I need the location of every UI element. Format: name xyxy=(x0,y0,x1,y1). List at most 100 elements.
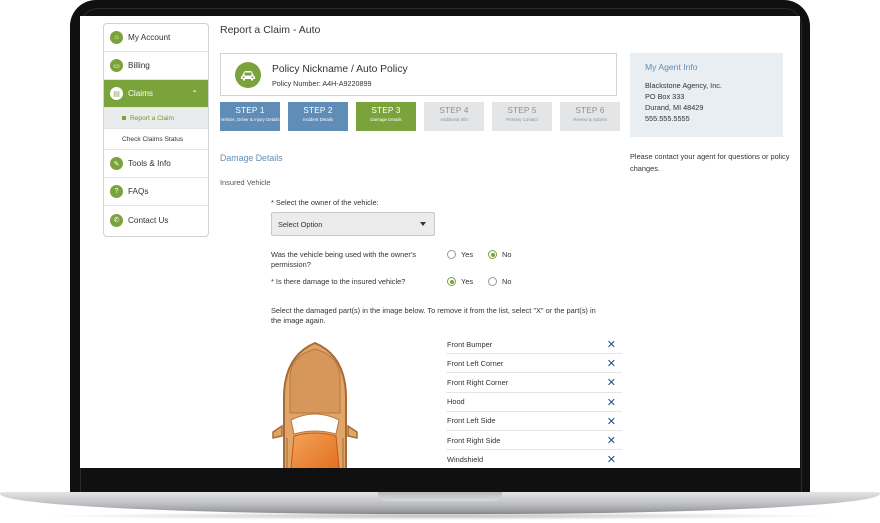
list-item: Front Right Corner ✕ xyxy=(446,373,622,393)
part-label: Hood xyxy=(447,397,465,407)
agent-name: Blackstone Agency, Inc. xyxy=(645,81,722,90)
part-label: Windshield xyxy=(447,454,484,464)
damage-no-radio[interactable]: No xyxy=(488,277,511,286)
list-item: Front Left Corner ✕ xyxy=(446,354,622,374)
bullet-icon xyxy=(122,116,126,120)
sidebar-item-claims[interactable]: ▤ Claims ⌃ xyxy=(104,80,208,108)
sidebar-subitem-label: Report a Claim xyxy=(130,114,174,122)
policy-number: Policy Number: A4H-A9220899 xyxy=(272,79,372,88)
damage-question: * Is there damage to the insured vehicle… xyxy=(271,277,406,286)
step-number: STEP 1 xyxy=(235,106,265,115)
radio-circle xyxy=(447,277,456,286)
chevron-up-icon: ⌃ xyxy=(191,89,198,98)
step-3[interactable]: STEP 3 Damage Details xyxy=(356,102,416,131)
step-desc: Vehicle, Driver & Injury Details xyxy=(220,117,280,122)
car-left-mirror[interactable] xyxy=(272,424,283,439)
close-icon[interactable]: ✕ xyxy=(607,376,616,389)
step-number: STEP 4 xyxy=(439,106,469,115)
sidebar-item-label: My Account xyxy=(128,33,171,42)
list-item: Front Right Side ✕ xyxy=(446,431,622,451)
step-desc: Damage Details xyxy=(370,117,402,122)
section-subtitle: Insured Vehicle xyxy=(220,178,271,187)
home-icon: ⌂ xyxy=(110,31,123,44)
sidebar-item-billing[interactable]: ▭ Billing xyxy=(104,52,208,80)
sidebar-item-label: Billing xyxy=(128,61,150,70)
sidebar-item-label: Tools & Info xyxy=(128,159,171,168)
agent-info-title: My Agent Info xyxy=(645,62,698,72)
step-6: STEP 6 Review & Submit xyxy=(560,102,620,131)
owner-question: * Select the owner of the vehicle: xyxy=(271,198,379,207)
car-hood-damaged[interactable] xyxy=(290,432,340,468)
step-1[interactable]: STEP 1 Vehicle, Driver & Injury Details xyxy=(220,102,280,131)
step-desc: Additional Info xyxy=(440,117,468,122)
close-icon[interactable]: ✕ xyxy=(607,453,616,466)
close-icon[interactable]: ✕ xyxy=(607,357,616,370)
radio-label: Yes xyxy=(461,250,474,259)
part-label: Front Left Side xyxy=(447,416,496,426)
list-item: Windshield ✕ xyxy=(446,450,622,468)
list-item: Front Left Side ✕ xyxy=(446,412,622,431)
close-icon[interactable]: ✕ xyxy=(607,434,616,447)
policy-name: Policy Nickname / Auto Policy xyxy=(272,64,408,75)
step-2[interactable]: STEP 2 Incident Details xyxy=(288,102,348,131)
step-desc: Primary Contact xyxy=(506,117,538,122)
radio-label: Yes xyxy=(461,277,474,286)
clipboard-icon: ▤ xyxy=(110,87,123,100)
part-label: Front Right Side xyxy=(447,435,501,445)
sidebar-item-contact-us[interactable]: ✆ Contact Us xyxy=(104,206,208,234)
sidebar-item-label: Claims xyxy=(128,89,154,98)
list-item: Front Bumper ✕ xyxy=(446,335,622,355)
instructions: Select the damaged part(s) in the image … xyxy=(271,306,596,325)
laptop-shadow xyxy=(40,512,840,520)
damaged-parts-list: Front Bumper ✕ Front Left Corner ✕ Front… xyxy=(446,335,622,468)
step-number: STEP 3 xyxy=(371,106,401,115)
part-label: Front Left Corner xyxy=(447,358,504,368)
agent-address: PO Box 333 xyxy=(645,92,685,101)
agent-city: Durand, MI 48429 xyxy=(645,103,704,112)
agent-phone[interactable]: 555.555.5555 xyxy=(645,113,783,124)
part-label: Front Bumper xyxy=(447,339,493,349)
radio-label: No xyxy=(502,250,512,259)
close-icon[interactable]: ✕ xyxy=(607,396,616,409)
permission-no-radio[interactable]: No xyxy=(488,250,511,259)
caret-down-icon xyxy=(420,222,426,226)
screen: ⌂ My Account ▭ Billing ▤ Claims ⌃ Report… xyxy=(80,16,800,468)
step-number: STEP 6 xyxy=(575,106,605,115)
close-icon[interactable]: ✕ xyxy=(607,338,616,351)
close-icon[interactable]: ✕ xyxy=(607,415,616,428)
section-title: Damage Details xyxy=(220,153,283,163)
step-4: STEP 4 Additional Info xyxy=(424,102,484,131)
car-roof[interactable] xyxy=(289,348,341,414)
page-title: Report a Claim - Auto xyxy=(220,24,321,36)
agent-note: Please contact your agent for questions … xyxy=(630,152,790,173)
sidebar-item-my-account[interactable]: ⌂ My Account xyxy=(104,24,208,52)
sidebar: ⌂ My Account ▭ Billing ▤ Claims ⌃ Report… xyxy=(103,23,209,237)
sidebar-item-tools-info[interactable]: ✎ Tools & Info xyxy=(104,150,208,178)
phone-icon: ✆ xyxy=(110,213,123,227)
step-indicator: STEP 1 Vehicle, Driver & Injury Details … xyxy=(220,102,620,131)
part-label: Front Right Corner xyxy=(447,377,509,387)
sidebar-item-label: FAQs xyxy=(128,187,149,196)
radio-circle xyxy=(488,277,497,286)
radio-circle xyxy=(447,250,456,259)
owner-select[interactable]: Select Option xyxy=(271,212,435,236)
list-item: Hood ✕ xyxy=(446,393,622,412)
sidebar-subitem-report-claim[interactable]: Report a Claim xyxy=(104,108,208,129)
car-windshield[interactable] xyxy=(290,413,340,435)
radio-circle xyxy=(488,250,497,259)
damage-yes-radio[interactable]: Yes xyxy=(447,277,473,286)
step-number: STEP 2 xyxy=(303,106,333,115)
credit-card-icon: ▭ xyxy=(110,59,123,72)
sidebar-item-faqs[interactable]: ? FAQs xyxy=(104,178,208,206)
car-right-mirror[interactable] xyxy=(347,424,358,439)
laptop-notch xyxy=(378,492,502,501)
agent-info-panel: My Agent Info Blackstone Agency, Inc. PO… xyxy=(630,53,783,137)
car-icon xyxy=(235,62,261,88)
question-icon: ? xyxy=(110,185,123,198)
car-diagram[interactable] xyxy=(270,338,360,468)
permission-yes-radio[interactable]: Yes xyxy=(447,250,473,259)
permission-question: Was the vehicle being used with the owne… xyxy=(271,250,416,269)
policy-card: Policy Nickname / Auto Policy Policy Num… xyxy=(220,53,617,96)
step-5: STEP 5 Primary Contact xyxy=(492,102,552,131)
sidebar-subitem-check-status[interactable]: Check Claims Status xyxy=(104,129,208,150)
